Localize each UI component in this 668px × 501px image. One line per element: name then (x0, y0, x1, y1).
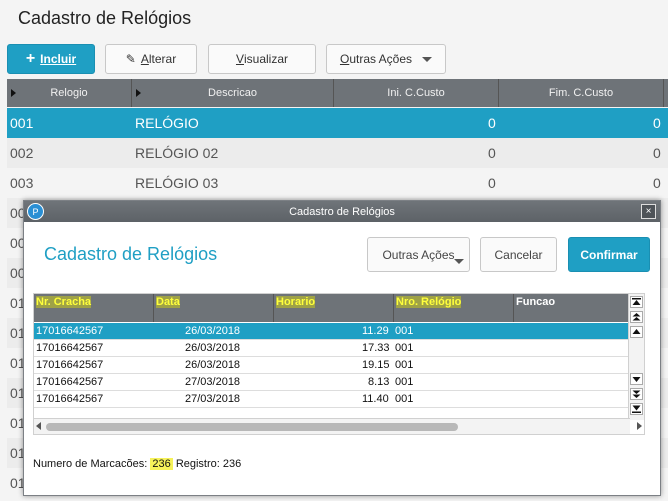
outras-acoes-dialog-button[interactable]: Outras Ações (367, 237, 470, 272)
scroll-bottom-icon[interactable] (630, 403, 643, 415)
table-row[interactable]: 17016642567 27/03/2018 8.13 001 (34, 374, 630, 391)
page-title: Cadastro de Relógios (18, 8, 192, 28)
column-header-nr-cracha[interactable]: Nr. Cracha (34, 294, 154, 322)
app-logo-icon: P (27, 203, 44, 220)
cancel-button[interactable]: Cancelar (480, 237, 557, 272)
chevron-down-icon (454, 259, 464, 264)
column-header-funcao[interactable]: Funcao (514, 294, 630, 322)
confirm-button[interactable]: Confirmar (568, 237, 650, 272)
column-header-horario[interactable]: Horario (274, 294, 394, 322)
scroll-right-icon[interactable] (637, 422, 642, 430)
table-row[interactable]: 17016642567 26/03/2018 11.29 001 (34, 323, 630, 340)
column-header-relogio[interactable]: Relogio (7, 79, 132, 107)
horizontal-scrollbar[interactable] (34, 418, 642, 434)
scroll-down-icon[interactable] (630, 373, 643, 385)
row-marker-icon (136, 89, 141, 97)
scroll-up-icon[interactable] (630, 326, 643, 338)
table-row[interactable]: 17016642567 26/03/2018 19.15 001 (34, 357, 630, 374)
marcacoes-dialog: P Cadastro de Relógios × Cadastro de Rel… (23, 200, 661, 496)
outras-acoes-button[interactable]: Outras Ações (326, 44, 446, 74)
table-row[interactable]: 003 RELÓGIO 03 0 0 (7, 168, 668, 198)
chevron-down-icon (422, 56, 433, 62)
table-row[interactable]: 001 RELÓGIO 0 0 (7, 108, 668, 138)
close-icon[interactable]: × (641, 204, 656, 219)
page-up-icon[interactable] (630, 311, 643, 323)
marcacoes-grid-header: Nr. Cracha Data Horario Nro. Relógio Fun… (34, 294, 630, 322)
vertical-scrollbar[interactable] (628, 294, 644, 420)
alterar-button[interactable]: ✎ Alterar (105, 44, 197, 74)
table-row[interactable]: 17016642567 27/03/2018 11.40 001 (34, 391, 630, 408)
row-marker-icon (11, 89, 16, 97)
dialog-heading: Cadastro de Relógios (44, 244, 218, 264)
column-header-descricao[interactable]: Descricao (132, 79, 334, 107)
horizontal-scroll-thumb[interactable] (46, 423, 458, 431)
column-header-nro-relogio[interactable]: Nro. Relógio (394, 294, 514, 322)
pencil-icon: ✎ (125, 52, 136, 66)
scroll-left-icon[interactable] (36, 422, 41, 430)
page-down-icon[interactable] (630, 388, 643, 400)
column-header-fim-ccusto[interactable]: Fim. C.Custo (499, 79, 664, 107)
column-header-data[interactable]: Data (154, 294, 274, 322)
marcacoes-grid: Nr. Cracha Data Horario Nro. Relógio Fun… (33, 293, 645, 435)
marcacoes-count: 236 (150, 458, 173, 470)
status-bar: Numero de Marcacões: 236 Registro: 236 (33, 458, 242, 470)
plus-icon: + (25, 50, 36, 67)
table-row[interactable]: 17016642567 26/03/2018 17.33 001 (34, 340, 630, 357)
visualizar-button[interactable]: Visualizar (208, 44, 316, 74)
grid-header: Relogio Descricao Ini. C.Custo Fim. C.Cu… (7, 79, 668, 107)
incluir-button[interactable]: + Incluir (7, 44, 95, 74)
scroll-top-icon[interactable] (630, 296, 643, 308)
registro-count: 236 (222, 458, 242, 470)
table-row[interactable]: 002 RELÓGIO 02 0 0 (7, 138, 668, 168)
dialog-titlebar: P Cadastro de Relógios × (24, 201, 660, 222)
column-header-ini-ccusto[interactable]: Ini. C.Custo (334, 79, 499, 107)
